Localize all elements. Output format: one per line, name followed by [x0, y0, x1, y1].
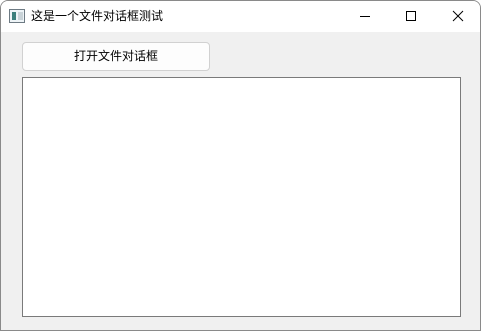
title-bar[interactable]: 这是一个文件对话框测试: [1, 1, 480, 32]
main-window: 这是一个文件对话框测试 打开文件对话框: [0, 0, 481, 331]
close-icon: [452, 10, 464, 22]
window-title: 这是一个文件对话框测试: [31, 9, 164, 23]
output-text-area[interactable]: [22, 77, 461, 317]
app-icon-right-pane: [18, 12, 23, 20]
close-button[interactable]: [434, 1, 480, 32]
minimize-button[interactable]: [342, 1, 388, 32]
minimize-icon: [360, 16, 370, 17]
app-window-icon: [9, 9, 25, 23]
open-file-dialog-button[interactable]: 打开文件对话框: [22, 42, 210, 71]
maximize-button[interactable]: [388, 1, 434, 32]
app-icon-left-pane: [12, 12, 16, 20]
maximize-icon: [406, 11, 416, 21]
